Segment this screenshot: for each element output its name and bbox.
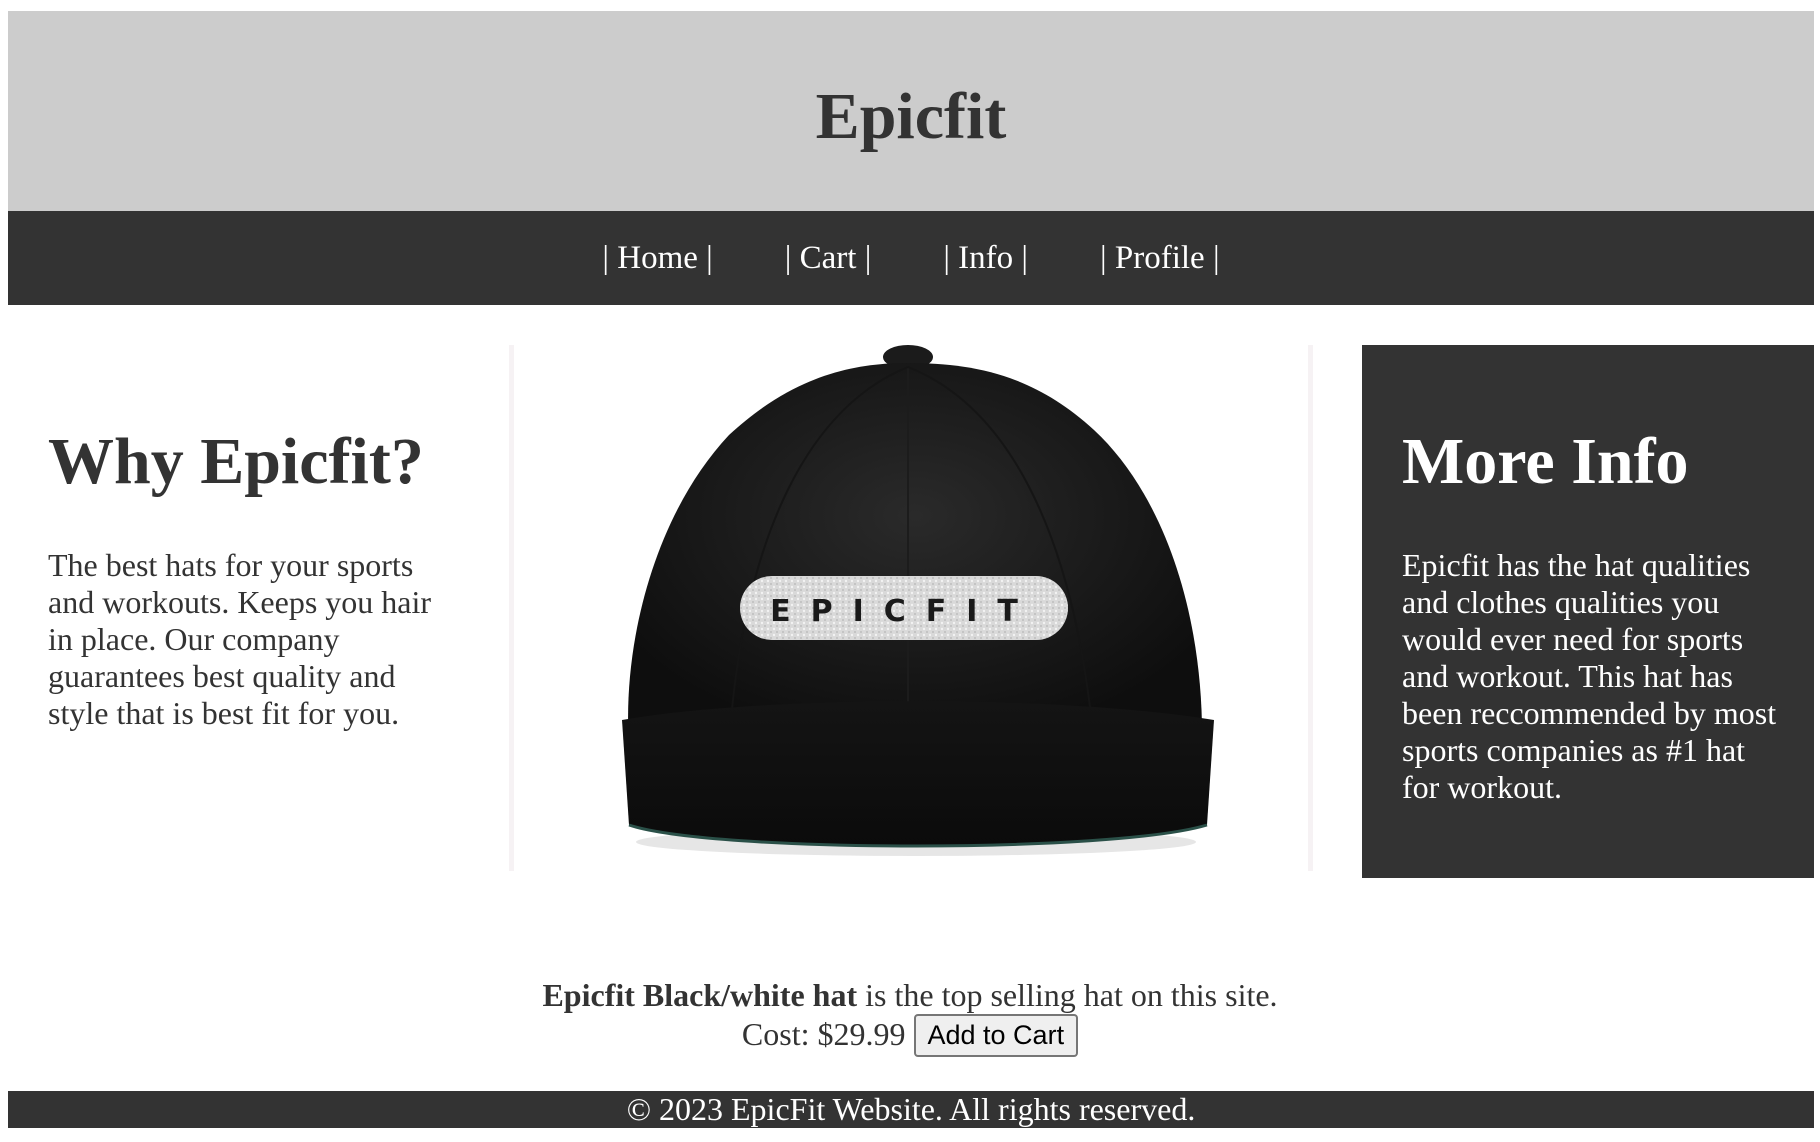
product-tagline: is the top selling hat on this site.: [857, 977, 1278, 1013]
why-epicfit-section: Why Epicfit? The best hats for your spor…: [48, 345, 448, 732]
nav-link-cart[interactable]: | Cart |: [749, 240, 908, 276]
hat-logo: EPICFIT: [740, 576, 1068, 640]
nav-link-home[interactable]: | Home |: [566, 240, 748, 276]
footer-copyright: © 2023 EpicFit Website. All rights reser…: [626, 1091, 1196, 1127]
nav-item-profile: | Profile |: [1064, 240, 1256, 277]
product-price-row: Cost: $29.99 Add to Cart: [0, 1014, 1820, 1059]
hat-logo-text: EPICFIT: [770, 594, 1038, 629]
site-footer: © 2023 EpicFit Website. All rights reser…: [8, 1091, 1814, 1128]
nav-link-info[interactable]: | Info |: [907, 240, 1064, 276]
more-info-section: More Info Epicfit has the hat qualities …: [1362, 345, 1814, 878]
product-name: Epicfit Black/white hat: [542, 977, 858, 1013]
page: Epicfit | Home | | Cart | | Info | | Pro…: [0, 0, 1820, 1142]
why-epicfit-heading: Why Epicfit?: [48, 425, 424, 498]
nav-link-profile[interactable]: | Profile |: [1064, 240, 1256, 276]
cap-illustration: EPICFIT: [622, 345, 1214, 856]
add-to-cart-button[interactable]: Add to Cart: [913, 1014, 1079, 1058]
nav-item-home: | Home |: [566, 240, 748, 277]
product-cost: Cost: $29.99: [741, 1016, 906, 1052]
nav-list: | Home | | Cart | | Info | | Profile |: [566, 240, 1255, 277]
product-image: EPICFIT: [509, 345, 1313, 871]
nav-item-info: | Info |: [907, 240, 1064, 277]
more-info-text: Epicfit has the hat qualities and clothe…: [1402, 547, 1777, 805]
site-title: Epicfit: [815, 80, 1007, 153]
product-description: Epicfit Black/white hat is the top selli…: [0, 976, 1820, 1015]
product-info: Epicfit Black/white hat is the top selli…: [0, 976, 1820, 1059]
more-info-heading: More Info: [1402, 425, 1689, 498]
nav-item-cart: | Cart |: [749, 240, 908, 277]
site-header: Epicfit: [8, 11, 1814, 211]
why-epicfit-text: The best hats for your sports and workou…: [48, 547, 432, 731]
main-nav: | Home | | Cart | | Info | | Profile |: [8, 211, 1814, 305]
